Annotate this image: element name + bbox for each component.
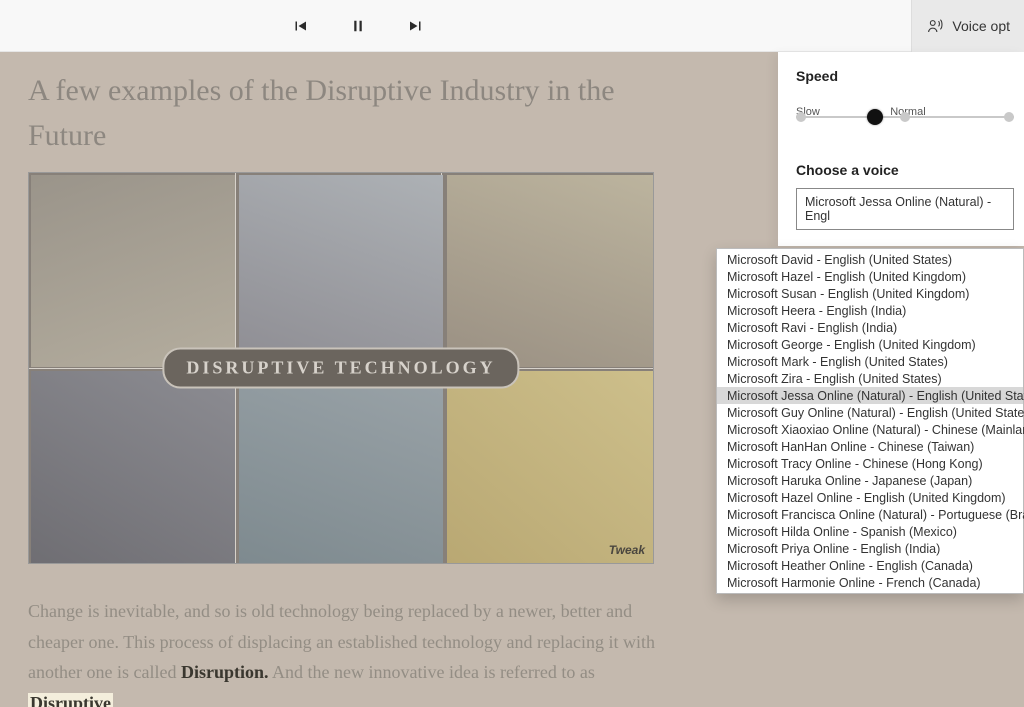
voice-option[interactable]: Microsoft George - English (United Kingd… <box>717 336 1023 353</box>
article-image: DISRUPTIVE TECHNOLOGY Tweak <box>28 172 654 564</box>
article-heading: A few examples of the Disruptive Industr… <box>28 68 688 158</box>
voice-option[interactable]: Microsoft HanHan Online - Chinese (Taiwa… <box>717 438 1023 455</box>
voice-options-panel: Speed Slow Normal Choose a voice Microso… <box>778 52 1024 246</box>
paragraph-mid: And the new innovative idea is referred … <box>272 662 595 682</box>
voice-option[interactable]: Microsoft Susan - English (United Kingdo… <box>717 285 1023 302</box>
voice-option[interactable]: Microsoft Jessa Online (Natural) - Engli… <box>717 387 1023 404</box>
voice-select-value: Microsoft Jessa Online (Natural) - Engl <box>805 195 991 223</box>
reader-toolbar: Voice opt <box>0 0 1024 52</box>
pause-button[interactable] <box>346 14 370 38</box>
voice-option[interactable]: Microsoft Hilda Online - Spanish (Mexico… <box>717 523 1023 540</box>
slider-tick <box>1004 112 1014 122</box>
previous-button[interactable] <box>288 14 312 38</box>
voice-option[interactable]: Microsoft Tracy Online - Chinese (Hong K… <box>717 455 1023 472</box>
voice-option[interactable]: Microsoft Zira - English (United States) <box>717 370 1023 387</box>
voice-option[interactable]: Microsoft Hazel - English (United Kingdo… <box>717 268 1023 285</box>
voice-option[interactable]: Microsoft Ravi - English (India) <box>717 319 1023 336</box>
choose-voice-heading: Choose a voice <box>796 162 1024 178</box>
image-banner: DISRUPTIVE TECHNOLOGY <box>162 348 519 389</box>
voice-option[interactable]: Microsoft Heather Online - English (Cana… <box>717 557 1023 574</box>
speed-heading: Speed <box>796 68 1024 84</box>
article-paragraph: Change is inevitable, and so is old tech… <box>28 596 668 707</box>
voice-option[interactable]: Microsoft Mark - English (United States) <box>717 353 1023 370</box>
slider-tick <box>796 112 806 122</box>
voice-option[interactable]: Microsoft Guy Online (Natural) - English… <box>717 404 1023 421</box>
speed-slider[interactable]: Slow Normal <box>796 106 1016 144</box>
skip-next-icon <box>407 17 425 35</box>
voice-dropdown[interactable]: Microsoft David - English (United States… <box>716 248 1024 594</box>
voice-select[interactable]: Microsoft Jessa Online (Natural) - Engl <box>796 188 1014 230</box>
next-button[interactable] <box>404 14 428 38</box>
image-watermark: Tweak <box>609 543 645 557</box>
voice-option[interactable]: Microsoft David - English (United States… <box>717 251 1023 268</box>
playback-controls <box>288 14 428 38</box>
slider-tick <box>900 112 910 122</box>
article: A few examples of the Disruptive Industr… <box>28 68 688 707</box>
voice-option[interactable]: Microsoft Francisca Online (Natural) - P… <box>717 506 1023 523</box>
voice-options-label: Voice opt <box>952 18 1010 34</box>
reading-highlight: Disruptive <box>28 693 113 707</box>
paragraph-bold: Disruption. <box>181 662 269 682</box>
voice-options-button[interactable]: Voice opt <box>911 0 1024 52</box>
voice-option[interactable]: Microsoft Priya Online - English (India) <box>717 540 1023 557</box>
voice-option[interactable]: Microsoft Heera - English (India) <box>717 302 1023 319</box>
voice-option[interactable]: Microsoft Xiaoxiao Online (Natural) - Ch… <box>717 421 1023 438</box>
pause-icon <box>349 17 367 35</box>
voice-option[interactable]: Microsoft Hazel Online - English (United… <box>717 489 1023 506</box>
person-voice-icon <box>926 17 944 35</box>
skip-previous-icon <box>291 17 309 35</box>
voice-option[interactable]: Microsoft Haruka Online - Japanese (Japa… <box>717 472 1023 489</box>
slider-thumb[interactable] <box>867 109 883 125</box>
voice-option[interactable]: Microsoft Harmonie Online - French (Cana… <box>717 574 1023 591</box>
